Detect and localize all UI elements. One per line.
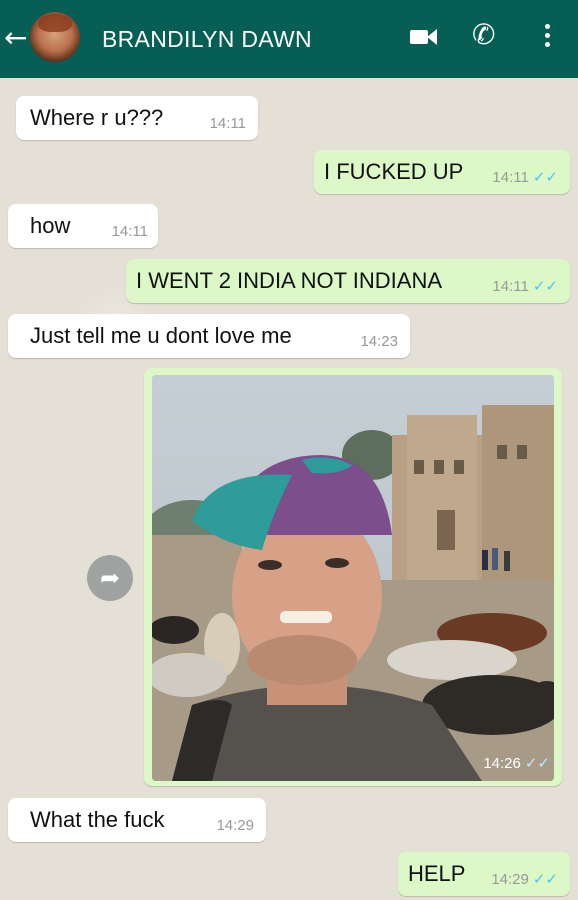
arrow-left-icon[interactable]: ← (4, 22, 27, 54)
message-time: 14:23 (360, 333, 398, 350)
message-time: 14:29 (216, 817, 254, 834)
message-bubble-outgoing[interactable]: I FUCKED UP 14:11 ✓✓ (314, 150, 570, 194)
message-time: 14:11 (111, 223, 148, 240)
message-bubble-incoming[interactable]: Where r u??? 14:11 (16, 96, 258, 140)
read-receipt-icon: ✓✓ (532, 168, 558, 186)
read-receipt-icon: ✓✓ (532, 870, 558, 888)
message-bubble-outgoing[interactable]: HELP 14:29 ✓✓ (398, 852, 570, 896)
message-time: 14:11 ✓✓ (492, 277, 558, 295)
message-time: 14:11 (209, 115, 246, 132)
message-text: Just tell me u dont love me (30, 323, 292, 348)
message-time: 14:26 ✓✓ (483, 754, 550, 772)
message-bubble-outgoing[interactable]: I WENT 2 INDIA NOT INDIANA 14:11 ✓✓ (126, 259, 570, 303)
selfie-photo[interactable] (152, 375, 554, 781)
message-text: Where r u??? (30, 105, 164, 130)
chat-header: ← BRANDILYN DAWN ✆ (0, 0, 578, 78)
message-text: how (30, 213, 71, 238)
message-text: What the fuck (30, 807, 165, 832)
read-receipt-icon: ✓✓ (532, 277, 558, 295)
more-vert-icon[interactable] (544, 24, 552, 51)
message-bubble-image-outgoing[interactable]: 14:26 ✓✓ (144, 368, 562, 786)
message-bubble-incoming[interactable]: What the fuck 14:29 (8, 798, 266, 842)
message-bubble-incoming[interactable]: Just tell me u dont love me 14:23 (8, 314, 410, 358)
contact-name[interactable]: BRANDILYN DAWN (102, 26, 312, 53)
forward-icon[interactable]: ➦ (87, 555, 133, 601)
message-bubble-incoming[interactable]: how 14:11 (8, 204, 158, 248)
message-time: 14:29 ✓✓ (491, 870, 558, 888)
read-receipt-icon: ✓✓ (524, 754, 550, 772)
message-text: HELP (408, 861, 466, 886)
message-time: 14:11 ✓✓ (492, 168, 558, 186)
phone-icon[interactable]: ✆ (472, 20, 495, 50)
message-text: I WENT 2 INDIA NOT INDIANA (136, 268, 443, 293)
avatar[interactable] (30, 12, 80, 62)
message-text: I FUCKED UP (324, 159, 464, 184)
